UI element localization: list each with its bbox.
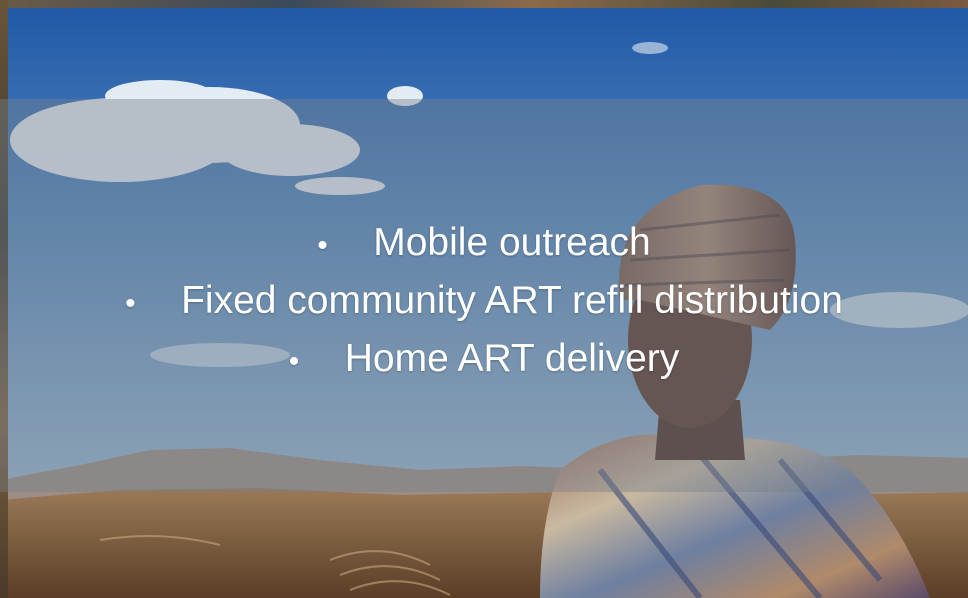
bullet-marker: •: [125, 287, 136, 320]
photo-top-edge: [0, 0, 968, 8]
slide: • Mobile outreach • Fixed community ART …: [0, 0, 968, 598]
bullet-text: Home ART delivery: [344, 337, 680, 380]
bullet-marker: •: [317, 229, 328, 262]
bullet-list: • Mobile outreach • Fixed community ART …: [0, 214, 968, 388]
bullet-text: Fixed community ART refill distribution: [181, 279, 843, 322]
bullet-marker: •: [288, 345, 300, 378]
bullet-text: Mobile outreach: [373, 221, 651, 264]
bullet-item-home-art-delivery: • Home ART delivery: [0, 330, 968, 388]
bullet-item-fixed-community-art: • Fixed community ART refill distributio…: [0, 272, 968, 330]
bullet-item-mobile-outreach: • Mobile outreach: [0, 214, 968, 272]
